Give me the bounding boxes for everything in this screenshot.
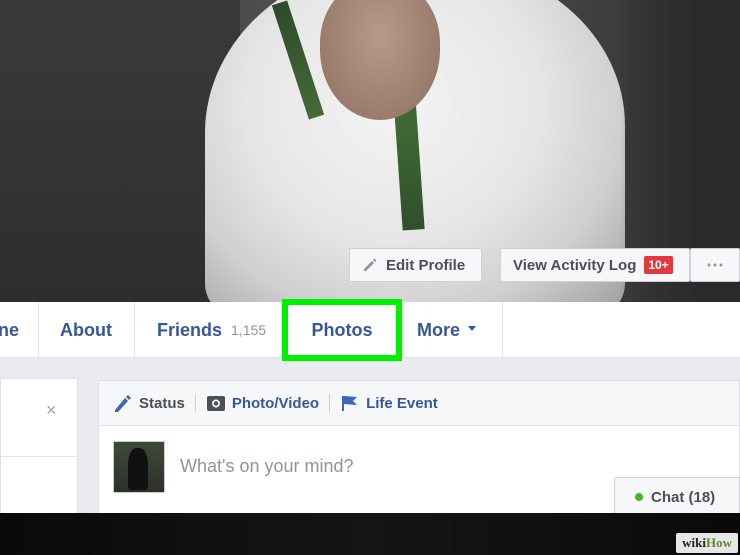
close-icon[interactable]: × — [46, 400, 57, 421]
tab-timeline-label: ne — [0, 319, 20, 340]
bottom-dark-band: wikiHow — [0, 513, 740, 555]
tab-friends[interactable]: Friends 1,155 — [157, 302, 266, 358]
avatar-figure — [128, 448, 148, 490]
pencil-icon — [364, 258, 377, 271]
nav-divider — [402, 302, 403, 358]
pencil-icon — [115, 395, 131, 412]
cover-background — [0, 0, 240, 302]
left-sidebar-card — [0, 378, 79, 528]
composer-tabs: Status Photo/Video Life Event — [98, 380, 740, 426]
tab-about[interactable]: About — [60, 302, 112, 358]
ellipsis-icon: ⋯ — [706, 254, 724, 275]
online-dot-icon — [635, 493, 643, 501]
tab-photos[interactable]: Photos — [282, 299, 402, 361]
flag-icon — [342, 396, 358, 411]
caret-down-icon — [468, 325, 477, 331]
camera-icon — [206, 396, 225, 411]
composer-tab-life-event[interactable]: Life Event — [340, 394, 438, 412]
composer-tab-status[interactable]: Status — [113, 394, 185, 412]
edit-profile-label: Edit Profile — [386, 256, 466, 274]
watermark-wiki: wiki — [682, 535, 706, 550]
composer-tab-photo-video[interactable]: Photo/Video — [206, 394, 319, 412]
view-activity-log-button[interactable]: View Activity Log 10+ — [500, 248, 690, 282]
edit-profile-button[interactable]: Edit Profile — [349, 248, 482, 282]
tab-more-label: More — [417, 319, 461, 340]
tab-about-label: About — [60, 319, 112, 340]
tab-divider — [194, 394, 196, 412]
life-event-label: Life Event — [366, 394, 438, 412]
tab-divider — [329, 394, 331, 412]
more-options-button[interactable]: ⋯ — [690, 248, 740, 282]
chat-label: Chat (18) — [651, 488, 716, 506]
tab-timeline[interactable]: ne — [0, 302, 19, 358]
avatar[interactable] — [113, 441, 165, 493]
chat-button[interactable]: Chat (18) — [614, 477, 740, 517]
nav-divider — [38, 302, 39, 358]
tab-friends-label: Friends — [157, 319, 223, 340]
friends-count: 1,155 — [231, 322, 267, 338]
tab-photos-label: Photos — [311, 319, 373, 340]
composer-input[interactable]: What's on your mind? — [180, 456, 354, 477]
card-divider — [1, 456, 79, 457]
activity-log-label: View Activity Log — [513, 256, 637, 274]
watermark-how: How — [706, 535, 732, 550]
activity-badge: 10+ — [644, 256, 673, 274]
status-label: Status — [139, 394, 185, 412]
nav-divider — [502, 302, 503, 358]
tab-more[interactable]: More — [417, 302, 477, 358]
nav-divider — [134, 302, 135, 358]
photo-video-label: Photo/Video — [231, 394, 320, 412]
wikihow-watermark: wikiHow — [676, 533, 738, 553]
